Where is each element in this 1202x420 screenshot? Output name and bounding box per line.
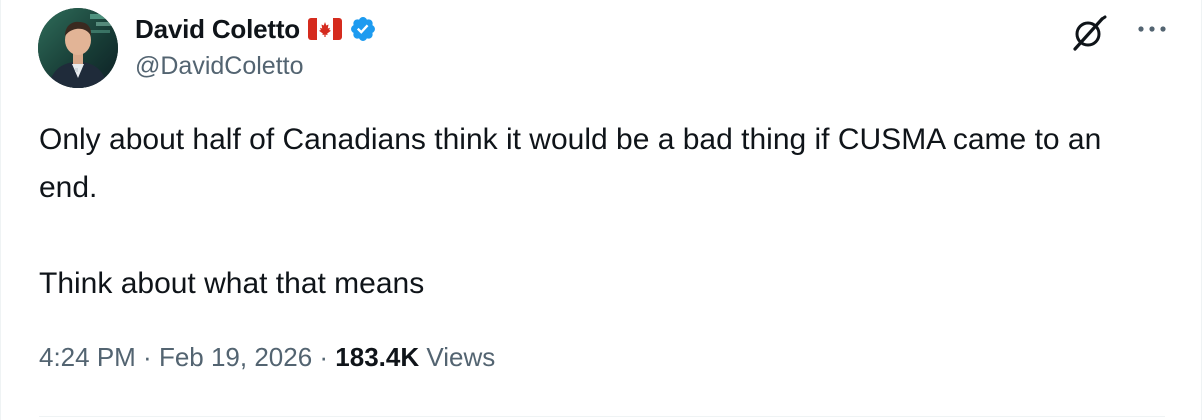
grok-icon[interactable] [1069,13,1109,53]
author-name-row: David Coletto [135,12,377,46]
canada-flag-icon [307,15,343,43]
divider [39,416,1165,417]
meta-separator: · [135,342,159,372]
tweet-text: Only about half of Canadians think it wo… [39,116,1159,308]
more-options-icon[interactable] [1134,14,1170,44]
tweet-text-line-2: Think about what that means [39,267,425,300]
verified-badge-icon[interactable] [349,15,377,43]
meta-separator: · [312,342,336,372]
views-count[interactable]: 183.4K [335,342,419,372]
tweet-card: David Coletto @DavidColetto Only about h… [0,0,1202,420]
tweet-time[interactable]: 4:24 PM [39,342,136,372]
tweet-text-line-1: Only about half of Canadians think it wo… [39,123,1102,204]
avatar-image [38,8,118,88]
avatar[interactable] [38,8,118,88]
views-label[interactable]: Views [419,342,495,372]
tweet-date[interactable]: Feb 19, 2026 [159,342,312,372]
display-name[interactable]: David Coletto [135,14,300,45]
tweet-meta: 4:24 PM · Feb 19, 2026 · 183.4K Views [39,342,495,373]
author-handle[interactable]: @DavidColetto [135,52,304,81]
